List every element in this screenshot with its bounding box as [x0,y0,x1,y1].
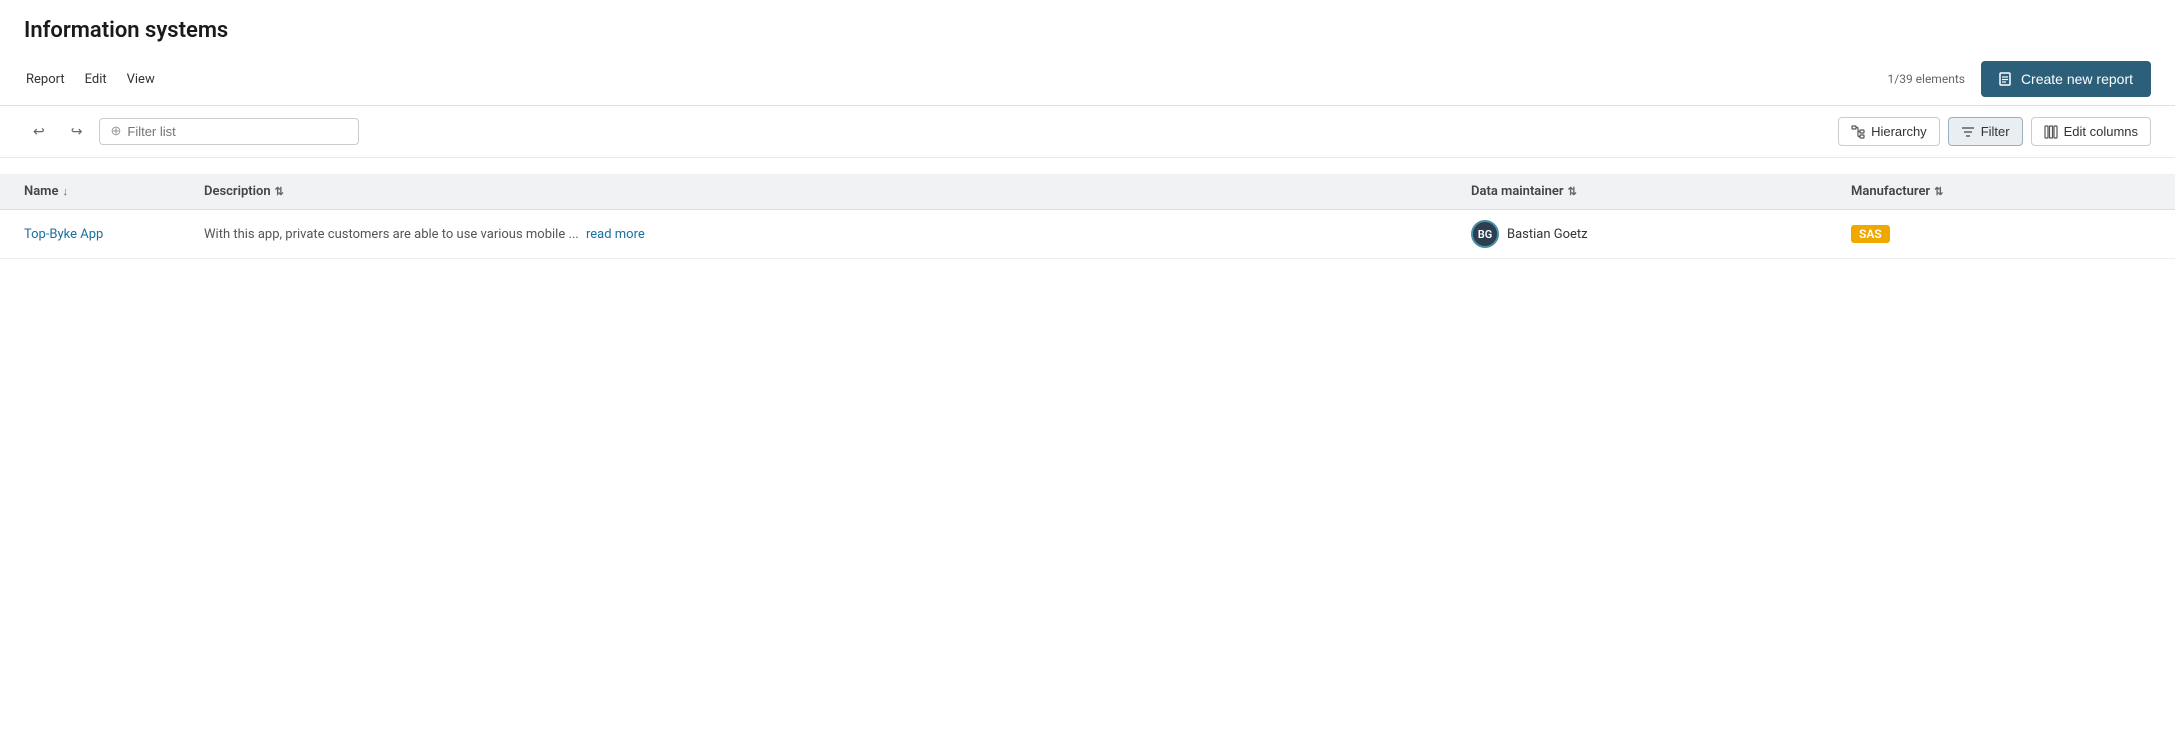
page-header: Information systems [0,0,2175,43]
sort-icon-maintainer: ⇅ [1568,185,1577,198]
hierarchy-label: Hierarchy [1871,124,1927,139]
sort-icon-description: ⇅ [275,185,284,198]
cell-data-maintainer: BG Bastian Goetz [1471,220,1851,248]
page-title: Information systems [24,18,2151,43]
manufacturer-badge: SAS [1851,225,1890,243]
report-icon [1999,72,2013,86]
edit-columns-button[interactable]: Edit columns [2031,117,2151,146]
table-row: Top-Byke App With this app, private cust… [0,210,2175,259]
menu-item-report[interactable]: Report [24,68,67,91]
table-header-row: Name ↓ Description ⇅ Data maintainer ⇅ M… [0,174,2175,210]
cell-description: With this app, private customers are abl… [204,227,1471,242]
undo-button[interactable]: ↩ [24,116,54,147]
sort-icon-name: ↓ [62,185,68,198]
action-bar-left: ↩ ↪ ⊕ [24,116,359,147]
table-header-wrapper: Name ↓ Description ⇅ Data maintainer ⇅ M… [0,174,2175,259]
filter-button[interactable]: Filter [1948,117,2023,146]
action-bar-right: Hierarchy Filter Edit columns [1838,117,2151,146]
hierarchy-button[interactable]: Hierarchy [1838,117,1940,146]
maintainer-name: Bastian Goetz [1507,227,1588,242]
sort-icon-manufacturer: ⇅ [1934,185,1943,198]
cell-name: Top-Byke App [24,226,204,242]
column-header-name[interactable]: Name ↓ [24,184,204,199]
column-header-manufacturer[interactable]: Manufacturer ⇅ [1851,184,2151,199]
filter-icon [1961,125,1975,139]
element-count: 1/39 elements [1888,72,1965,86]
menu-items: Report Edit View [24,68,157,91]
menu-item-edit[interactable]: Edit [83,68,109,91]
column-header-data-maintainer[interactable]: Data maintainer ⇅ [1471,184,1851,199]
filter-input-wrap: ⊕ [99,118,359,145]
cell-manufacturer: SAS [1851,225,2151,243]
edit-columns-label: Edit columns [2064,124,2138,139]
toolbar-left: Report Edit View [24,68,157,91]
toolbar: Report Edit View 1/39 elements Create ne… [0,53,2175,106]
hierarchy-icon [1851,125,1865,139]
redo-icon: ↪ [71,123,83,139]
edit-columns-icon [2044,125,2058,139]
toolbar-right: 1/39 elements Create new report [1888,61,2152,97]
undo-icon: ↩ [33,123,45,139]
avatar: BG [1471,220,1499,248]
filter-label: Filter [1981,124,2010,139]
filter-search-icon: ⊕ [110,124,121,139]
item-name-link[interactable]: Top-Byke App [24,227,103,242]
action-bar: ↩ ↪ ⊕ Hierarchy [0,106,2175,158]
create-new-report-button[interactable]: Create new report [1981,61,2151,97]
menu-item-view[interactable]: View [125,68,157,91]
redo-button[interactable]: ↪ [62,116,92,147]
filter-list-input[interactable] [127,124,348,139]
column-header-description[interactable]: Description ⇅ [204,184,1471,199]
read-more-link[interactable]: read more [586,227,645,242]
